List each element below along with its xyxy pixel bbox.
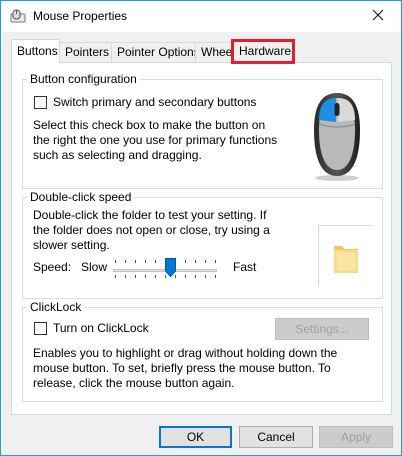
folder-icon[interactable] — [333, 240, 359, 277]
slider-tick — [185, 275, 186, 278]
slider-tick — [125, 275, 126, 278]
slider-thumb[interactable] — [165, 258, 176, 278]
tab-pointers[interactable]: Pointers — [59, 42, 112, 62]
slider-tick — [145, 260, 146, 263]
button-configuration-description: Select this check box to make the button… — [33, 118, 278, 162]
double-click-speed-legend: Double-click speed — [27, 190, 135, 204]
buttons-tab-panel: Button configuration Switch primary and … — [11, 62, 392, 415]
slider-tick — [205, 260, 206, 263]
ok-button[interactable]: OK — [159, 426, 232, 448]
slider-tick — [115, 275, 116, 278]
clicklock-group: ClickLock Turn on ClickLock Settings... … — [22, 300, 383, 402]
button-configuration-legend: Button configuration — [27, 72, 140, 86]
slider-tick — [155, 275, 156, 278]
tab-pointer-options[interactable]: Pointer Options — [111, 42, 200, 62]
close-button[interactable] — [355, 1, 401, 32]
clicklock-label: Turn on ClickLock — [53, 321, 149, 335]
tab-wheel[interactable]: Wheel — [195, 42, 235, 62]
clicklock-description: Enables you to highlight or drag without… — [33, 346, 338, 390]
switch-buttons-checkbox[interactable]: Switch primary and secondary buttons — [34, 95, 256, 109]
double-click-description: Double-click the folder to test your set… — [33, 208, 270, 252]
clicklock-legend: ClickLock — [27, 300, 85, 314]
window-title: Mouse Properties — [33, 9, 128, 23]
button-configuration-group: Button configuration Switch primary and … — [22, 72, 383, 189]
slow-label: Slow — [81, 260, 108, 274]
tab-hardware[interactable]: Hardware — [231, 39, 295, 64]
speed-row: Speed: Slow Fast — [33, 258, 283, 278]
switch-buttons-label: Switch primary and secondary buttons — [53, 95, 257, 109]
fast-label: Fast — [233, 260, 257, 274]
tab-buttons[interactable]: Buttons — [11, 39, 60, 63]
checkbox-box[interactable] — [34, 321, 47, 335]
test-folder-area[interactable] — [318, 225, 373, 287]
slider-tick — [205, 275, 206, 278]
slider-tick — [145, 275, 146, 278]
slider-tick — [195, 260, 196, 263]
checkbox-box[interactable] — [34, 95, 47, 109]
slider-tick — [115, 260, 116, 263]
double-click-speed-group: Double-click speed Double-click the fold… — [22, 190, 383, 299]
mouse-properties-window: Mouse Properties Buttons Pointers Pointe… — [0, 0, 402, 456]
clicklock-settings-button[interactable]: Settings... — [275, 318, 369, 340]
slider-tick — [185, 260, 186, 263]
speed-label: Speed: — [33, 260, 72, 274]
clicklock-checkbox[interactable]: Turn on ClickLock — [34, 321, 149, 335]
apply-button[interactable]: Apply — [319, 426, 393, 448]
slider-tick — [135, 260, 136, 263]
cancel-button[interactable]: Cancel — [239, 426, 313, 448]
slider-tick — [125, 260, 126, 263]
slider-tick — [195, 275, 196, 278]
mouse-image — [310, 90, 364, 182]
close-icon — [372, 9, 384, 24]
title-bar: Mouse Properties — [1, 1, 401, 32]
slider-tick — [215, 275, 216, 278]
slider-tick — [155, 260, 156, 263]
slider-tick — [135, 275, 136, 278]
mouse-icon — [10, 8, 26, 24]
slider-tick — [215, 260, 216, 263]
